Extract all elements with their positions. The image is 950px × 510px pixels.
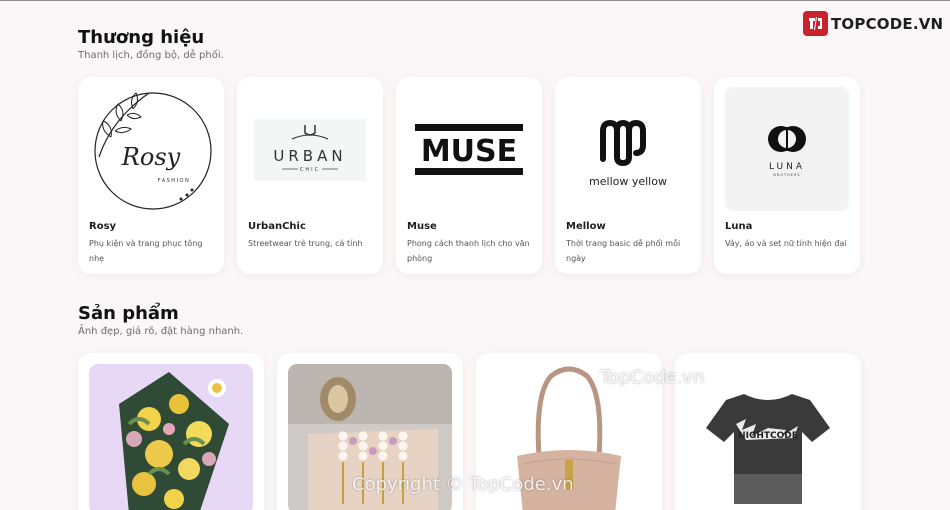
rosy-logo: Rosy FASHION <box>89 87 213 211</box>
brand-name: Muse <box>407 221 437 232</box>
topcode-logo-icon <box>803 11 828 36</box>
mellow-logo: mellow yellow <box>566 87 690 211</box>
urbanchic-logo: URBAN CHIC <box>248 87 372 211</box>
rosy-logo-text: Rosy <box>121 143 181 171</box>
brand-description: Phụ kiện và trang phục tông nhẹ <box>89 239 203 263</box>
watermark-copyright: Copyright © TopCode.vn <box>352 474 574 495</box>
brand-card-muse[interactable]: MUSE Muse Phong cách thanh lịch cho văn … <box>396 77 542 274</box>
brand-name: Mellow <box>566 221 606 232</box>
tshirt-print-text: NIGHTCODE <box>738 431 798 441</box>
mellow-logo-text: mellow yellow <box>589 175 667 188</box>
brands-subtitle: Thanh lịch, đồng bộ, dễ phối. <box>78 50 224 61</box>
luna-logo: LUNA BROTHERS <box>725 87 849 211</box>
brand-card-luna[interactable]: LUNA BROTHERS Luna Váy, áo và set nữ tín… <box>714 77 860 274</box>
product-image-tshirt[interactable]: NIGHTCODE <box>686 364 850 510</box>
product-image-scarf[interactable] <box>89 364 253 510</box>
brand-description: Váy, áo và set nữ tính hiện đại <box>725 239 847 248</box>
brand-card-urbanchic[interactable]: URBAN CHIC UrbanChic Streetwear trẻ trun… <box>237 77 383 274</box>
brand-name: Rosy <box>89 221 117 232</box>
urbanchic-logo-subtext: CHIC <box>300 167 320 173</box>
brand-description: Phong cách thanh lịch cho văn phòng <box>407 239 530 263</box>
product-card[interactable] <box>78 353 264 510</box>
muse-logo: MUSE <box>407 87 531 211</box>
brand-name: Luna <box>725 221 753 232</box>
topcode-logo: TOPCODE.VN <box>803 11 943 36</box>
brand-card-rosy[interactable]: Rosy FASHION Rosy Phụ kiện và trang phục… <box>78 77 224 274</box>
products-title: Sản phẩm <box>78 303 179 324</box>
products-subtitle: Ảnh đẹp, giá rõ, đặt hàng nhanh. <box>78 326 244 337</box>
top-border <box>0 0 950 1</box>
urbanchic-logo-text: URBAN <box>273 147 346 165</box>
brand-description: Thời trang basic dễ phối mỗi ngày <box>566 239 681 263</box>
luna-logo-text: LUNA <box>769 162 805 172</box>
luna-logo-subtext: BROTHERS <box>773 173 800 177</box>
rosy-logo-subtext: FASHION <box>158 178 190 184</box>
muse-logo-text: MUSE <box>421 134 517 169</box>
brand-card-mellow[interactable]: mellow yellow Mellow Thời trang basic dễ… <box>555 77 701 274</box>
watermark-center: TopCode.vn <box>600 367 705 388</box>
brand-list: Rosy FASHION Rosy Phụ kiện và trang phục… <box>78 77 860 274</box>
brand-description: Streetwear trẻ trung, cá tính <box>248 239 363 248</box>
brand-name: UrbanChic <box>248 221 306 232</box>
topcode-logo-text: TOPCODE.VN <box>831 14 944 33</box>
brands-title: Thương hiệu <box>78 27 205 48</box>
